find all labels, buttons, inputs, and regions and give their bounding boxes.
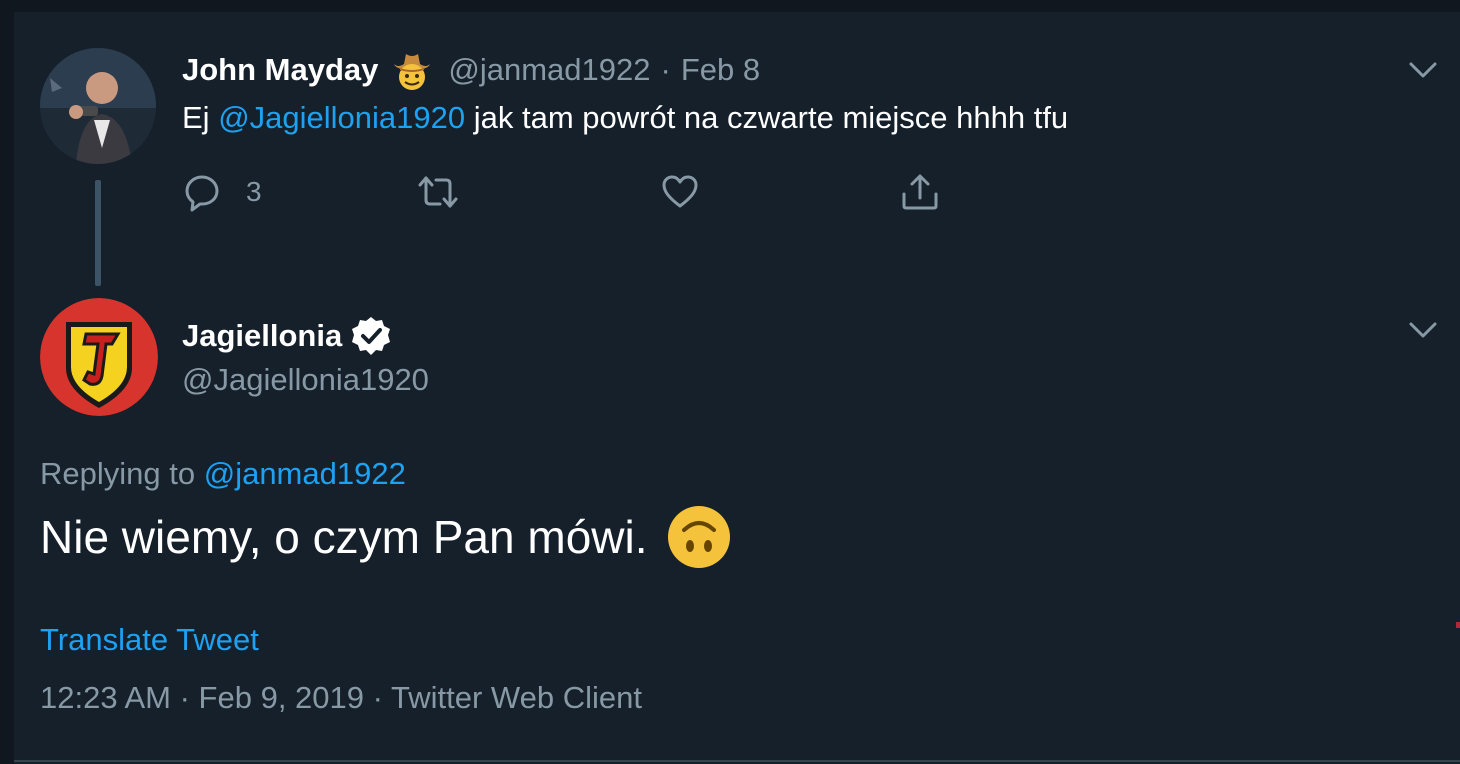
replying-to: Replying to @janmad1922	[40, 456, 406, 492]
parent-tweet-header: John Mayday @janmad1922 · Feb 8	[182, 48, 760, 92]
chevron-down-icon[interactable]	[1408, 60, 1438, 80]
reply-author-row: Jagiellonia	[182, 314, 392, 358]
reply-count: 3	[246, 176, 262, 207]
john-mayday-avatar[interactable]	[40, 48, 156, 164]
parent-text-suffix: jak tam powrót na czwarte miejsce hhhh t…	[465, 100, 1069, 135]
reply-author-handle[interactable]: @Jagiellonia1920	[182, 362, 429, 398]
header-separator: ·	[660, 52, 671, 87]
parent-tweet-text: Ej @Jagiellonia1920 jak tam powrót na cz…	[182, 100, 1068, 136]
replying-to-label: Replying to	[40, 456, 204, 491]
parent-author-name[interactable]: John Mayday	[182, 52, 378, 88]
like-button[interactable]	[660, 170, 700, 214]
tweet-meta: 12:23 AM · Feb 9, 2019 · Twitter Web Cli…	[40, 680, 642, 716]
reply-button[interactable]: 3	[182, 170, 262, 214]
reply-text: Nie wiemy, o czym Pan mówi.	[40, 511, 648, 563]
parent-tweet-date[interactable]: Feb 8	[681, 52, 760, 88]
share-icon	[902, 174, 938, 210]
left-edge	[0, 12, 14, 764]
jagiellonia-logo	[40, 298, 158, 416]
meta-separator-2: ·	[364, 680, 392, 715]
thread-line	[95, 180, 101, 286]
translate-tweet-link[interactable]: Translate Tweet	[40, 622, 259, 658]
jagiellonia-avatar[interactable]	[40, 298, 158, 416]
share-button[interactable]	[900, 170, 940, 214]
reply-author-name[interactable]: Jagiellonia	[182, 318, 342, 354]
tweet-actions: 3	[182, 170, 982, 214]
retweet-button[interactable]	[418, 170, 458, 214]
top-bar	[0, 0, 1460, 12]
parent-text-prefix: Ej	[182, 100, 219, 135]
parent-author-handle[interactable]: @janmad1922	[448, 52, 650, 88]
reply-tweet-text: Nie wiemy, o czym Pan mówi.	[40, 505, 732, 569]
tweet-date[interactable]: Feb 9, 2019	[199, 680, 364, 715]
replying-to-handle[interactable]: @janmad1922	[204, 456, 406, 491]
cowboy-hat-face-emoji	[394, 54, 431, 90]
avatar-photo	[40, 48, 156, 164]
tweet-source[interactable]: Twitter Web Client	[391, 680, 642, 715]
reply-icon	[185, 175, 219, 212]
upside-down-face-emoji	[667, 506, 730, 568]
retweet-icon	[418, 176, 458, 208]
meta-separator-1: ·	[170, 680, 199, 715]
chevron-down-icon[interactable]	[1408, 320, 1438, 340]
like-icon	[662, 175, 698, 208]
verified-badge-icon	[352, 317, 391, 355]
mention-link[interactable]: @Jagiellonia1920	[218, 100, 465, 135]
bottom-divider	[14, 760, 1460, 762]
tweet-time[interactable]: 12:23 AM	[40, 680, 171, 715]
edge-artifact	[1456, 622, 1460, 628]
